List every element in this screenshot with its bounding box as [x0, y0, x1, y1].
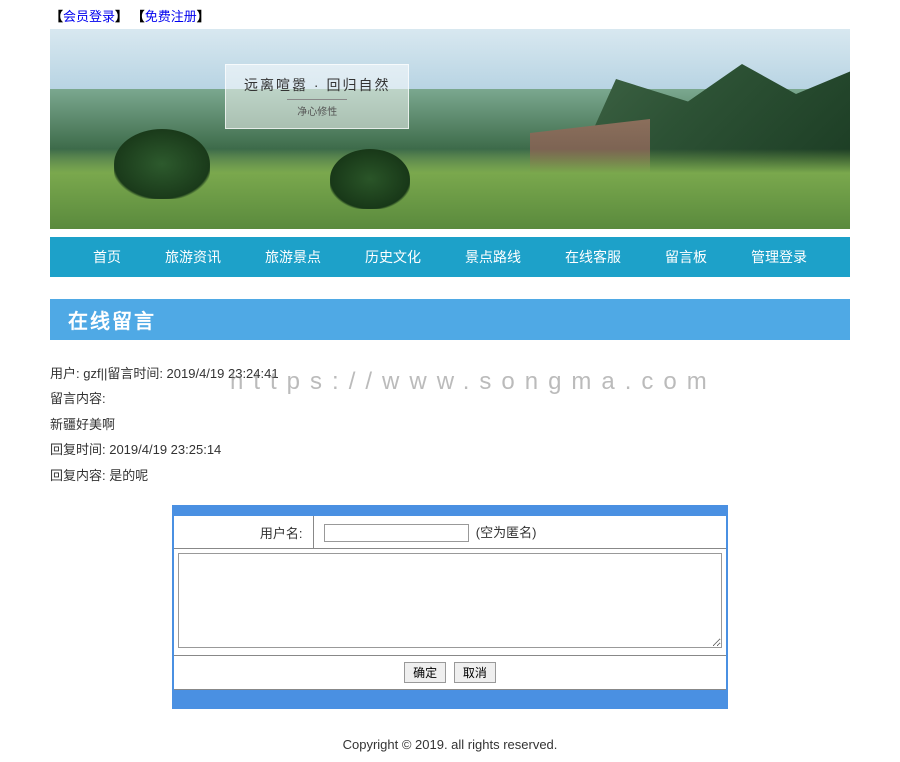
bracket-close: 】 — [115, 9, 128, 24]
nav-culture[interactable]: 历史文化 — [343, 237, 443, 277]
section-header: 在线留言 — [50, 299, 850, 340]
nav-admin[interactable]: 管理登录 — [729, 237, 829, 277]
message-textarea-cell — [173, 549, 727, 656]
nav-spots[interactable]: 旅游景点 — [243, 237, 343, 277]
nav-guestbook[interactable]: 留言板 — [643, 237, 729, 277]
bracket-open: 【 — [132, 9, 145, 24]
message-user-line: 用户: gzf||留言时间: 2019/4/19 23:24:41 — [50, 362, 850, 385]
form-header-bar — [173, 506, 727, 516]
banner-subtitle: 净心修性 — [287, 99, 347, 118]
copyright: Copyright © 2019. all rights reserved. — [50, 737, 850, 752]
nav-home[interactable]: 首页 — [71, 237, 143, 277]
username-input[interactable] — [324, 524, 469, 542]
banner-text-box: 远离喧嚣 · 回归自然 净心修性 — [225, 64, 409, 129]
message-display: https://www.songma.com 用户: gzf||留言时间: 20… — [50, 362, 850, 487]
message-textarea[interactable] — [178, 553, 722, 648]
banner-title: 远离喧嚣 · 回归自然 — [244, 75, 390, 95]
nav-routes[interactable]: 景点路线 — [443, 237, 543, 277]
banner-image: 远离喧嚣 · 回归自然 净心修性 — [50, 29, 850, 229]
anonymous-hint: (空为匿名) — [476, 525, 537, 540]
main-nav: 首页 旅游资讯 旅游景点 历史文化 景点路线 在线客服 留言板 管理登录 — [50, 237, 850, 277]
submit-button[interactable]: 确定 — [404, 662, 446, 683]
username-cell: (空为匿名) — [313, 516, 727, 549]
bracket-open: 【 — [50, 9, 63, 24]
nav-news[interactable]: 旅游资讯 — [143, 237, 243, 277]
username-label: 用户名: — [173, 516, 313, 549]
cancel-button[interactable]: 取消 — [454, 662, 496, 683]
login-link[interactable]: 会员登录 — [63, 9, 115, 24]
top-links: 【会员登录】 【免费注册】 — [50, 0, 850, 29]
message-content-label: 留言内容: — [50, 387, 850, 410]
form-footer-bar — [173, 690, 727, 708]
message-content-text: 新疆好美啊 — [50, 413, 850, 436]
nav-service[interactable]: 在线客服 — [543, 237, 643, 277]
register-link[interactable]: 免费注册 — [145, 9, 197, 24]
button-cell: 确定 取消 — [173, 656, 727, 690]
message-form: 用户名: (空为匿名) 确定 取消 — [172, 505, 728, 709]
message-reply-content: 回复内容: 是的呢 — [50, 464, 850, 487]
message-reply-time: 回复时间: 2019/4/19 23:25:14 — [50, 438, 850, 461]
bracket-close: 】 — [197, 9, 210, 24]
